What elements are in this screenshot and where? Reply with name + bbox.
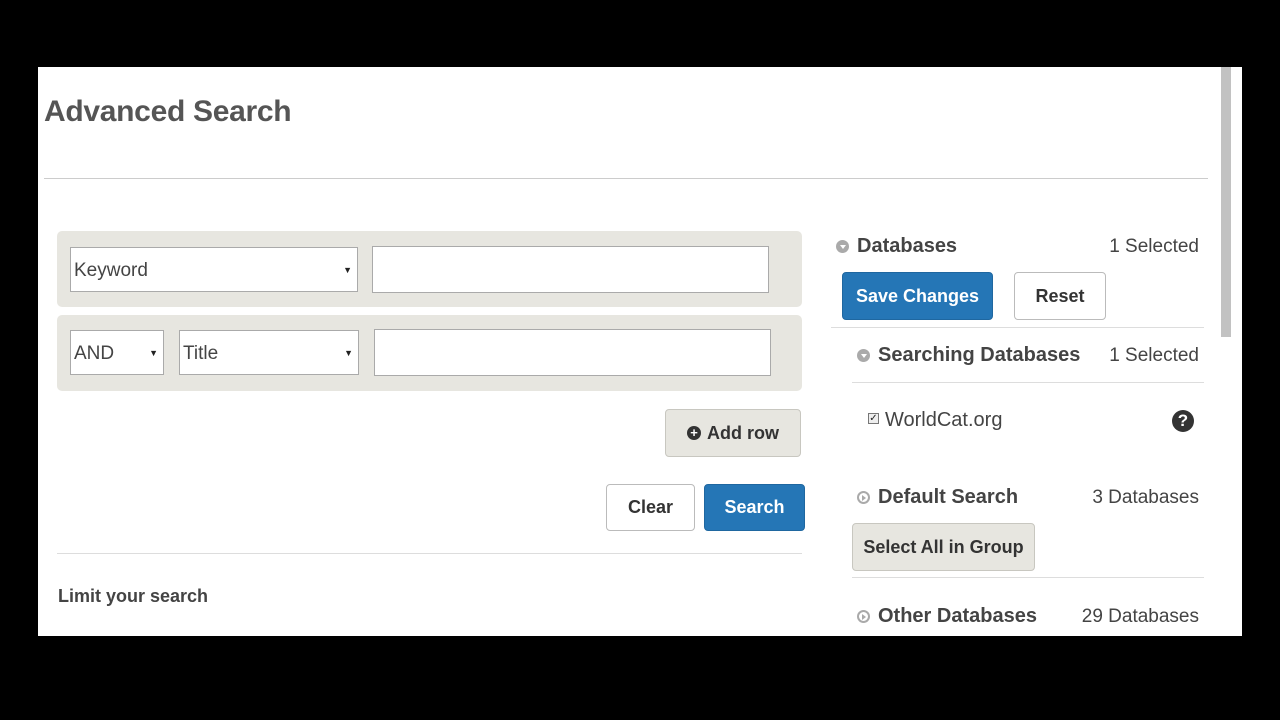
searching-databases-header[interactable]: Searching Databases: [857, 344, 1080, 367]
other-databases-title: Other Databases: [878, 605, 1037, 627]
dropdown-arrow-icon: ▼: [344, 348, 353, 358]
searching-databases-count: 1 Selected: [1109, 345, 1199, 366]
other-databases-header[interactable]: Other Databases: [857, 605, 1037, 628]
field-select-row-2-value: Title: [183, 343, 219, 364]
databases-title: Databases: [857, 235, 958, 257]
advanced-search-page: Advanced Search Keyword ▼ AND ▼ Title ▼ …: [38, 67, 1242, 636]
field-select-row-1-value: Keyword: [74, 260, 148, 281]
vertical-scrollbar[interactable]: [1218, 67, 1242, 636]
other-databases-count: 29 Databases: [1081, 606, 1199, 627]
databases-header[interactable]: Databases: [836, 235, 957, 258]
chevron-down-circle-icon: [836, 240, 849, 253]
dropdown-arrow-icon: ▼: [343, 265, 352, 275]
save-changes-label: Save Changes: [855, 285, 980, 306]
default-search-count: 3 Databases: [1092, 487, 1199, 508]
chevron-right-circle-icon: [857, 610, 870, 623]
search-label: Search: [724, 497, 785, 517]
plus-circle-icon: +: [687, 426, 701, 440]
limit-search-heading: Limit your search: [58, 586, 209, 606]
search-term-input-row-2[interactable]: [374, 329, 771, 376]
clear-label: Clear: [627, 497, 674, 517]
search-term-input-row-1[interactable]: [372, 246, 769, 293]
default-search-title: Default Search: [878, 486, 1019, 508]
searching-databases-title: Searching Databases: [878, 344, 1081, 366]
clear-button[interactable]: Clear: [606, 484, 695, 531]
chevron-down-circle-icon: [857, 349, 870, 362]
search-row-1: Keyword ▼: [57, 231, 802, 307]
select-all-in-group-button[interactable]: Select All in Group: [852, 523, 1035, 571]
field-select-row-1[interactable]: Keyword ▼: [70, 247, 358, 292]
databases-divider: [831, 327, 1204, 328]
operator-select-row-2[interactable]: AND ▼: [70, 330, 164, 375]
default-search-divider: [852, 577, 1204, 578]
add-row-label: Add row: [707, 422, 779, 443]
page-title: Advanced Search: [44, 95, 292, 128]
select-all-label: Select All in Group: [863, 536, 1024, 557]
chevron-right-circle-icon: [857, 491, 870, 504]
save-changes-button[interactable]: Save Changes: [842, 272, 993, 320]
reset-label: Reset: [1035, 285, 1085, 306]
search-button[interactable]: Search: [704, 484, 805, 531]
scrollbar-thumb[interactable]: [1221, 67, 1231, 337]
databases-selected-count: 1 Selected: [1109, 236, 1199, 257]
field-select-row-2[interactable]: Title ▼: [179, 330, 359, 375]
operator-select-value: AND: [74, 343, 115, 364]
add-row-button[interactable]: + Add row: [665, 409, 801, 457]
title-divider: [44, 178, 1208, 179]
worldcat-checkbox[interactable]: ✓: [868, 413, 879, 424]
searching-divider: [852, 382, 1204, 383]
form-divider: [57, 553, 802, 554]
default-search-header[interactable]: Default Search: [857, 486, 1018, 509]
worldcat-label: WorldCat.org: [885, 409, 1003, 431]
search-row-2: AND ▼ Title ▼: [57, 315, 802, 391]
dropdown-arrow-icon: ▼: [149, 348, 158, 358]
question-circle-icon[interactable]: ?: [1172, 410, 1194, 432]
reset-button[interactable]: Reset: [1014, 272, 1106, 320]
